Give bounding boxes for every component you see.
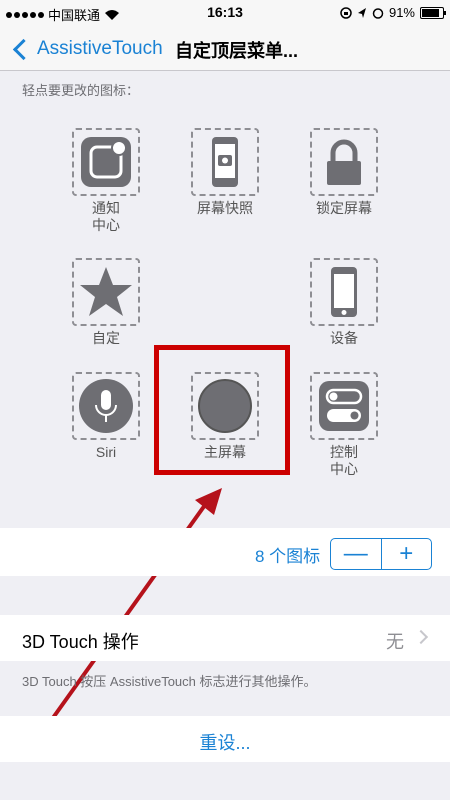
reset-row: 重设... [0, 716, 450, 762]
icon-count-row: 8 个图标 — + [0, 528, 450, 576]
touch-3d-value: 无 [386, 632, 404, 652]
touch-3d-row[interactable]: 3D Touch 操作 无 [0, 615, 450, 661]
reset-button[interactable]: 重设... [0, 729, 450, 755]
touch-3d-label: 3D Touch 操作 [22, 632, 139, 652]
decrement-button[interactable]: — [331, 539, 382, 569]
chevron-right-icon [413, 629, 429, 645]
touch-3d-footnote: 3D Touch 按压 AssistiveTouch 标志进行其他操作。 [22, 674, 317, 689]
icon-count-label: 8 个图标 [255, 547, 321, 566]
increment-button[interactable]: + [382, 539, 432, 569]
icon-count-stepper[interactable]: — + [330, 538, 432, 570]
